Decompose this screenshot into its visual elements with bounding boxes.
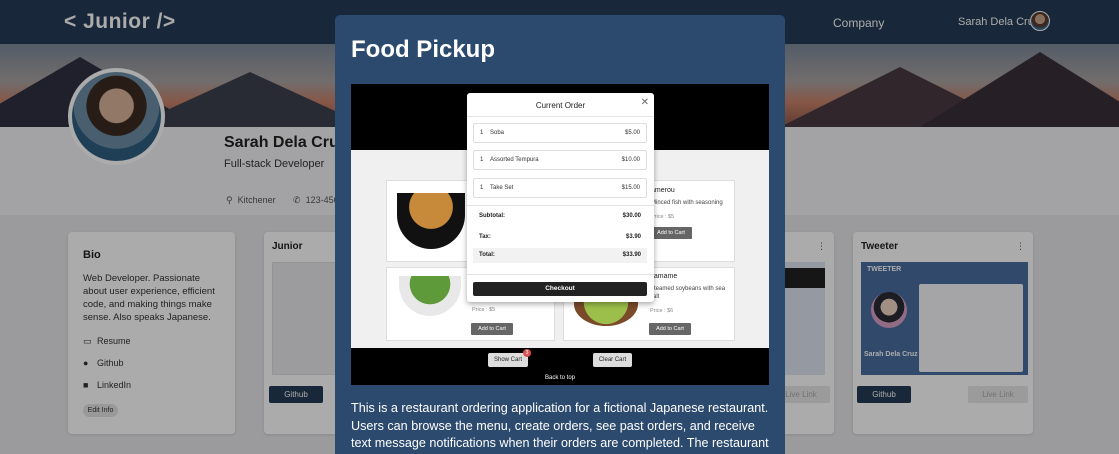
- miso-bowl-image: [397, 193, 465, 249]
- back-to-top-link[interactable]: Back to top: [351, 375, 769, 381]
- clear-cart-button[interactable]: Clear Cart: [593, 353, 632, 367]
- order-dialog-title: Current Order: [535, 101, 586, 110]
- order-item-name: Take Set: [490, 185, 514, 191]
- menu-item-desc: Steamed soybeans with sea salt: [650, 286, 726, 300]
- current-order-dialog: Current Order ✕ 1 Soba $5.00 1 Assorted …: [467, 93, 654, 302]
- tax-row: Tax: $3.90: [473, 230, 647, 245]
- menu-item-name: damame: [650, 273, 678, 280]
- divider: [467, 274, 654, 275]
- add-to-cart-button[interactable]: Add to Cart: [649, 323, 691, 335]
- subtotal-label: Subtotal:: [479, 213, 505, 219]
- project-screenshot: amerou Minced fish with seasoning Price …: [351, 84, 769, 385]
- subtotal-row: Subtotal: $30.00: [473, 209, 647, 224]
- order-item-price: $5.00: [624, 130, 640, 136]
- order-item-price: $10.00: [621, 157, 640, 163]
- tax-value: $3.90: [625, 234, 641, 240]
- close-icon[interactable]: ✕: [641, 98, 649, 108]
- divider: [467, 205, 654, 206]
- tax-label: Tax:: [479, 234, 491, 240]
- add-to-cart-button[interactable]: Add to Cart: [471, 323, 513, 335]
- salad-bowl-image: [399, 276, 461, 316]
- menu-card: amerou Minced fish with seasoning Price …: [647, 180, 735, 262]
- subtotal-value: $30.00: [622, 213, 641, 219]
- total-label: Total:: [479, 252, 495, 258]
- menu-card: [386, 180, 472, 262]
- order-item-qty: 1: [480, 157, 484, 163]
- divider: [467, 116, 654, 117]
- order-item-name: Soba: [490, 130, 505, 136]
- modal-title: Food Pickup: [351, 36, 495, 63]
- menu-item-desc: Minced fish with seasoning: [651, 200, 723, 206]
- add-to-cart-button[interactable]: Add to Cart: [650, 227, 692, 239]
- order-item-price: $15.00: [621, 185, 640, 191]
- order-item-qty: 1: [480, 130, 484, 136]
- order-item-row: 1 Soba $5.00: [473, 123, 647, 143]
- order-item-name: Assorted Tempura: [490, 157, 539, 163]
- checkout-button[interactable]: Checkout: [473, 282, 647, 296]
- project-modal: Food Pickup amerou Minced fish with seas…: [335, 15, 785, 454]
- menu-item-name: amerou: [651, 187, 675, 194]
- order-item-row: 1 Take Set $15.00: [473, 178, 647, 198]
- menu-item-price: Price : $5: [472, 307, 496, 313]
- cart-count-badge: 3: [523, 349, 531, 357]
- menu-item-price: Price : $5: [651, 214, 675, 220]
- order-item-qty: 1: [480, 185, 484, 191]
- show-cart-button[interactable]: Show Cart: [488, 353, 528, 367]
- total-row: Total: $33.90: [473, 248, 647, 263]
- modal-description: This is a restaurant ordering applicatio…: [351, 401, 769, 454]
- menu-item-price: Price : $6: [650, 308, 674, 314]
- order-item-row: 1 Assorted Tempura $10.00: [473, 150, 647, 170]
- total-value: $33.90: [622, 252, 641, 258]
